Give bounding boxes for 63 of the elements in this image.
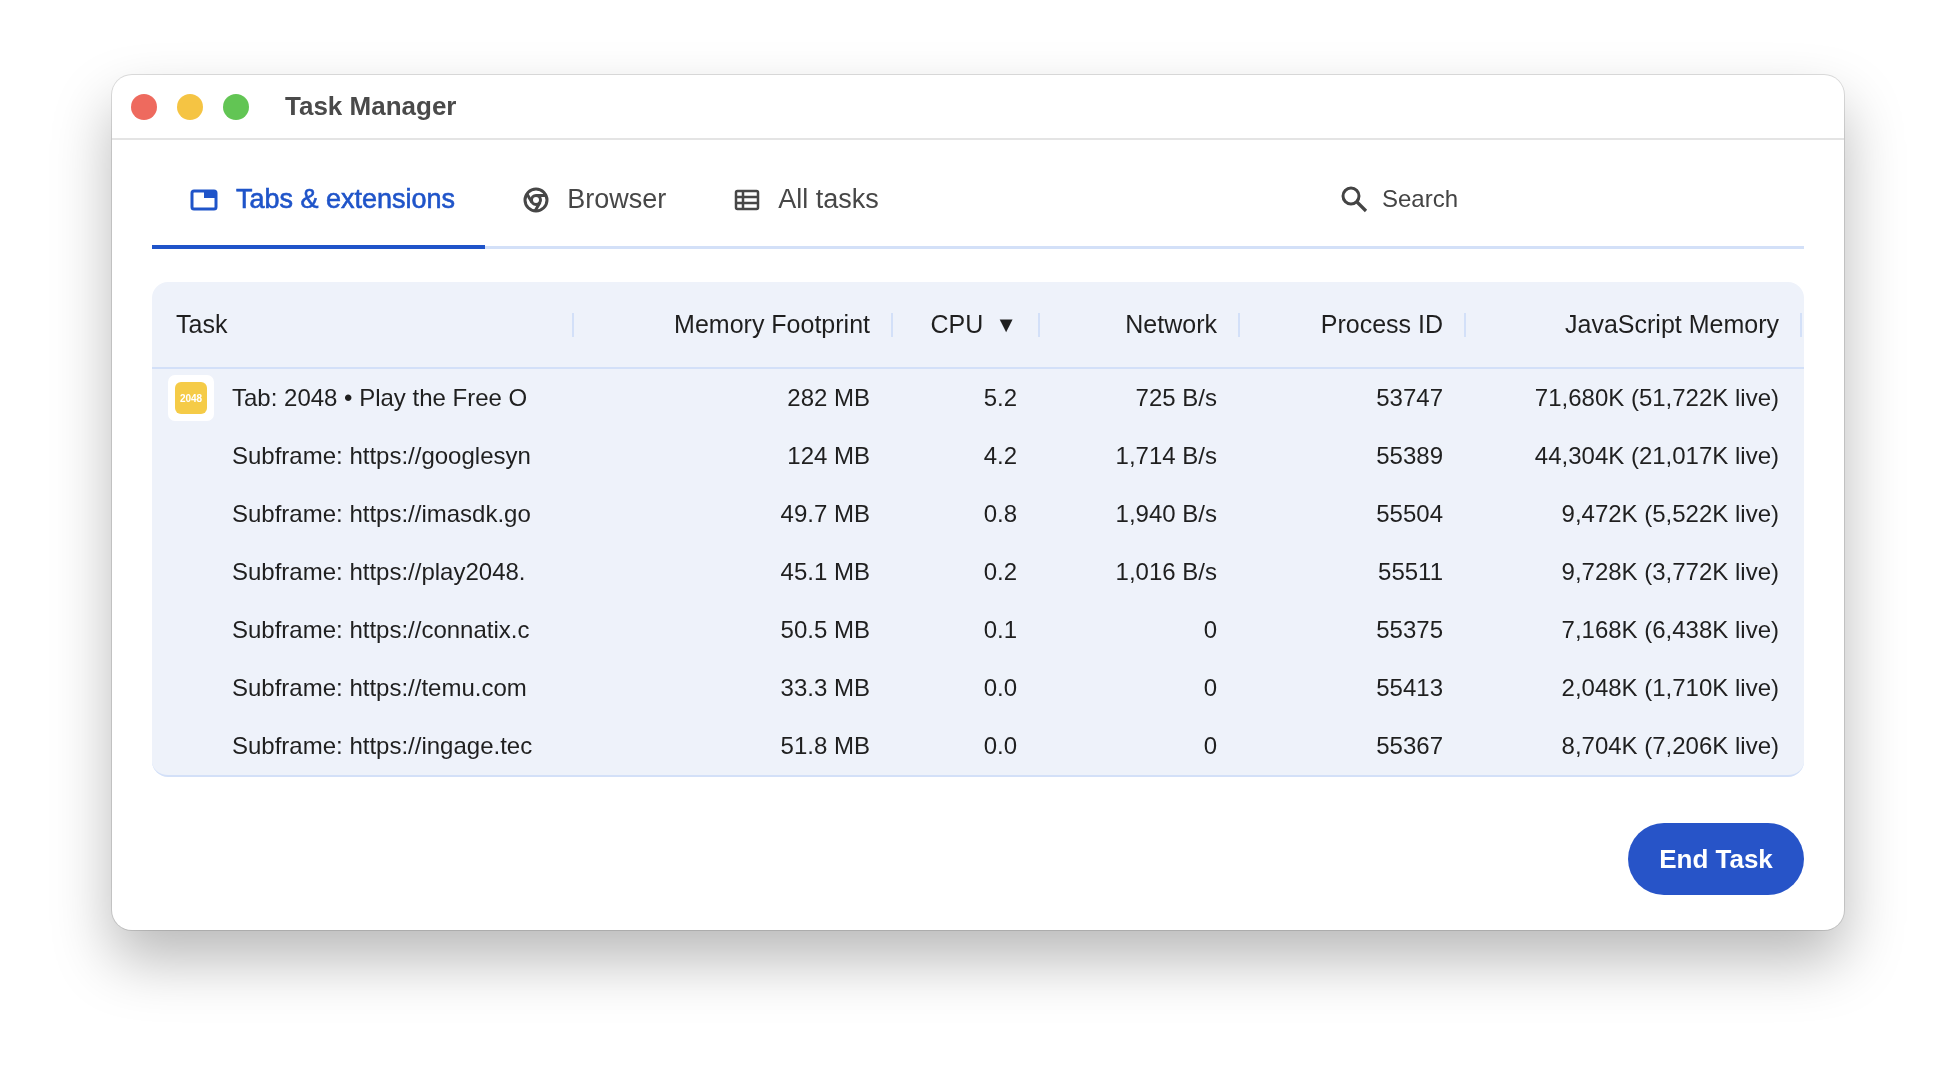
table-cell: 33.3 MB bbox=[780, 674, 870, 702]
search-icon bbox=[1340, 185, 1368, 213]
tab-icon bbox=[190, 188, 218, 211]
browser-icon bbox=[523, 186, 550, 213]
table-cell: 0.8 bbox=[983, 500, 1017, 528]
table-cell: 8,704K (7,206K live) bbox=[1561, 732, 1779, 760]
table-cell: 5.2 bbox=[983, 384, 1017, 412]
table-cell: Subframe: https://temu.com bbox=[232, 674, 527, 702]
table-cell: 4.2 bbox=[983, 442, 1017, 470]
table-cell: 0 bbox=[1203, 616, 1217, 644]
table-cell: 55375 bbox=[1376, 616, 1443, 644]
table-cell: 1,714 B/s bbox=[1115, 442, 1217, 470]
table-cell: 49.7 MB bbox=[780, 500, 870, 528]
table-cell: 0 bbox=[1203, 732, 1217, 760]
table-cell: 0.2 bbox=[983, 558, 1017, 586]
list-icon bbox=[734, 188, 761, 211]
table-cell: Subframe: https://ingage.tec bbox=[232, 732, 533, 760]
table-cell: 55511 bbox=[1378, 558, 1443, 586]
table-cell: 9,728K (3,772K live) bbox=[1561, 558, 1779, 586]
table-cell: 0 bbox=[1203, 674, 1217, 702]
minimize-button[interactable] bbox=[177, 93, 203, 120]
tab[interactable]: Tabs & extensions bbox=[152, 140, 486, 249]
table-cell: 55389 bbox=[1376, 442, 1443, 470]
close-button[interactable] bbox=[131, 93, 157, 120]
zoom-button[interactable] bbox=[223, 93, 249, 120]
table-cell: 71,680K (51,722K live) bbox=[1534, 384, 1779, 412]
table-cell: 50.5 MB bbox=[780, 616, 870, 644]
table-cell: Subframe: https://play2048. bbox=[232, 558, 526, 586]
window-title: Task Manager bbox=[285, 91, 457, 122]
column-header[interactable]: Task bbox=[176, 310, 228, 339]
table-cell: 124 MB bbox=[787, 442, 870, 470]
table-cell: Subframe: https://googlesyn bbox=[232, 442, 531, 470]
column-header[interactable]: CPU bbox=[930, 310, 984, 339]
table-cell: 282 MB bbox=[787, 384, 870, 412]
table-cell: 9,472K (5,522K live) bbox=[1561, 500, 1779, 528]
table-cell: 55504 bbox=[1376, 500, 1443, 528]
column-header[interactable]: Network bbox=[1125, 310, 1217, 339]
sort-indicator: ▼ bbox=[995, 311, 1017, 338]
table-cell: Tab: 2048 • Play the Free O bbox=[232, 384, 528, 412]
table-cell: 2,048K (1,710K live) bbox=[1561, 674, 1779, 702]
column-header[interactable]: Memory Footprint bbox=[674, 310, 870, 339]
table-cell: Subframe: https://imasdk.go bbox=[232, 500, 531, 528]
table-cell: 1,016 B/s bbox=[1115, 558, 1217, 586]
table-cell: 55367 bbox=[1376, 732, 1443, 760]
table-cell: 1,940 B/s bbox=[1115, 500, 1217, 528]
column-header[interactable]: JavaScript Memory bbox=[1565, 310, 1779, 339]
table-cell: 0.1 bbox=[983, 616, 1017, 644]
tab[interactable]: All tasks bbox=[696, 140, 909, 249]
column-header[interactable]: Process ID bbox=[1320, 310, 1443, 339]
table-cell: 51.8 MB bbox=[780, 732, 870, 760]
table-cell: 0.0 bbox=[983, 674, 1017, 702]
table-cell: 7,168K (6,438K live) bbox=[1561, 616, 1779, 644]
table-cell: 725 B/s bbox=[1135, 384, 1217, 412]
table-cell: 44,304K (21,017K live) bbox=[1534, 442, 1779, 470]
table-cell: Subframe: https://connatix.c bbox=[232, 616, 530, 644]
table-cell: 55413 bbox=[1376, 674, 1443, 702]
end-task-button[interactable]: End Task bbox=[1628, 823, 1804, 895]
search-field[interactable]: Search bbox=[1380, 184, 1504, 214]
table-cell: 45.1 MB bbox=[780, 558, 870, 586]
table-cell: 53747 bbox=[1376, 384, 1443, 412]
tab[interactable]: Browser bbox=[485, 140, 697, 249]
table-cell: 0.0 bbox=[983, 732, 1017, 760]
favicon: 2048 bbox=[168, 375, 214, 421]
